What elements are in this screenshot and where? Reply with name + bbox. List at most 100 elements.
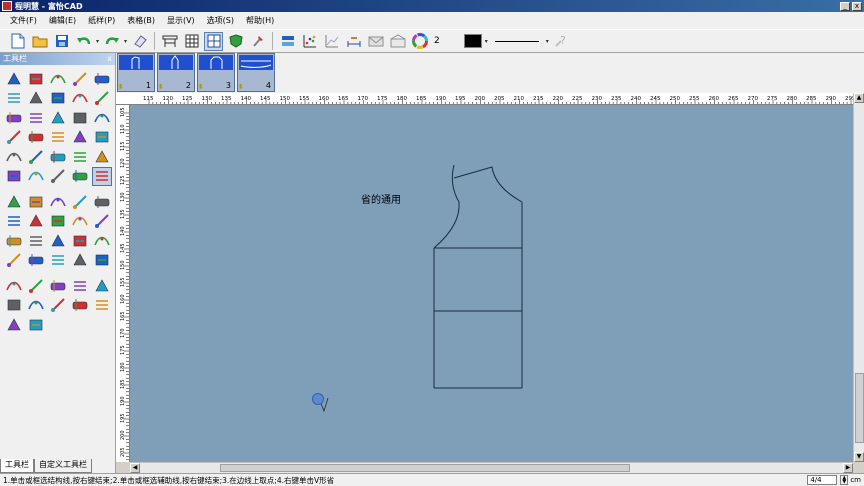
tool-button[interactable] [26,108,46,128]
tool-button[interactable] [92,276,112,296]
tool-button[interactable] [92,231,112,251]
tool-button[interactable] [26,128,46,148]
vertical-scrollbar[interactable]: ▲ ▼ [853,93,864,462]
tool-button[interactable] [26,69,46,89]
minimize-button[interactable]: _ [840,1,850,11]
tool-button[interactable] [48,212,68,232]
tool-button[interactable] [26,251,46,271]
open-icon[interactable] [30,32,49,51]
scroll-up-button[interactable]: ▲ [854,93,864,103]
tool-button[interactable] [4,147,24,167]
pattern-thumbnail[interactable]: ▮ 4 [237,53,275,92]
tool-button[interactable] [4,128,24,148]
tool-button[interactable] [26,296,46,316]
save-icon[interactable] [52,32,71,51]
tool-button[interactable] [92,89,112,109]
new-icon[interactable] [8,32,27,51]
tool-button[interactable] [70,128,90,148]
tool-button[interactable] [92,166,112,186]
eraser-icon[interactable] [130,32,149,51]
pattern-table-icon[interactable] [160,32,179,51]
tool-button[interactable] [26,167,46,187]
tool-button[interactable] [4,315,24,335]
redo-icon[interactable] [102,32,121,51]
tool-button[interactable] [70,167,90,187]
tool-button[interactable] [92,192,112,212]
tool-button[interactable] [4,167,24,187]
menu-view[interactable]: 显示(V) [161,15,201,26]
tool-button[interactable] [92,296,112,316]
tool-button[interactable] [48,108,68,128]
tool-button[interactable] [48,128,68,148]
tool-panel-close-button[interactable]: x [107,53,112,65]
tool-button[interactable] [4,212,24,232]
scatter-icon[interactable] [300,32,319,51]
current-color-swatch[interactable] [463,34,482,48]
measure-icon[interactable] [344,32,363,51]
tool-button[interactable] [4,69,24,89]
tool-button[interactable] [70,276,90,296]
pattern-thumbnail[interactable]: ▮ 2 [157,53,195,92]
tool-button[interactable] [48,147,68,167]
tool-button[interactable] [4,231,24,251]
redo-dropdown-icon[interactable]: ▾ [124,38,127,45]
shield-icon[interactable] [226,32,245,51]
tool-button[interactable] [26,89,46,109]
envelope-icon[interactable] [366,32,385,51]
pattern-thumbnail[interactable]: ▮ 1 [117,53,155,92]
menu-file[interactable]: 文件(F) [4,15,43,26]
color-dropdown-icon[interactable]: ▾ [485,38,488,45]
tool-button[interactable] [92,212,112,232]
line-chart-icon[interactable] [322,32,341,51]
tool-button[interactable] [70,108,90,128]
chart-icon[interactable] [278,32,297,51]
tool-button[interactable] [48,276,68,296]
horizontal-scrollbar[interactable]: ◀ ▶ [130,462,853,473]
tool-button[interactable] [70,251,90,271]
scroll-right-button[interactable]: ▶ [843,463,853,473]
tool-button[interactable] [48,192,68,212]
line-style-selector[interactable] [494,40,539,42]
tool-button[interactable] [92,251,112,271]
tool-button[interactable] [92,108,112,128]
pattern-thumbnail[interactable]: ▮ 3 [197,53,235,92]
line-width-value[interactable]: 2 [432,36,442,46]
tool-button[interactable] [26,276,46,296]
color-wheel-icon[interactable] [410,32,429,51]
tool-button[interactable] [4,251,24,271]
tool-button[interactable] [4,296,24,316]
tool-button[interactable] [48,69,68,89]
close-button[interactable]: x [852,1,862,11]
help-icon[interactable]: ? [552,32,571,51]
tool-button[interactable] [4,276,24,296]
tab-toolbar[interactable]: 工具栏 [0,459,34,473]
menu-pattern[interactable]: 纸样(P) [82,15,121,26]
menu-edit[interactable]: 编辑(E) [43,15,82,26]
tab-custom-toolbar[interactable]: 自定义工具栏 [34,459,92,473]
tool-button[interactable] [26,192,46,212]
tool-button[interactable] [48,251,68,271]
tool-button[interactable] [48,231,68,251]
tool-button[interactable] [4,108,24,128]
tool-button[interactable] [48,167,68,187]
line-style-dropdown-icon[interactable]: ▾ [546,38,549,45]
tool-button[interactable] [70,69,90,89]
tool-button[interactable] [26,315,46,335]
tool-button[interactable] [70,147,90,167]
undo-icon[interactable] [74,32,93,51]
tool-button[interactable] [26,231,46,251]
tool-button[interactable] [70,296,90,316]
tool-button[interactable] [48,89,68,109]
menu-help[interactable]: 帮助(H) [240,15,280,26]
tool-button[interactable] [48,296,68,316]
tool-button[interactable] [70,231,90,251]
scroll-down-button[interactable]: ▼ [854,452,864,462]
tool-button[interactable] [4,89,24,109]
tool-button[interactable] [92,128,112,148]
unit-spinner[interactable]: ▲ ▼ [840,475,849,485]
tool-button[interactable] [26,147,46,167]
tool-button[interactable] [26,212,46,232]
layout-icon[interactable] [204,31,224,51]
tool-button[interactable] [92,147,112,167]
tool-button[interactable] [70,89,90,109]
